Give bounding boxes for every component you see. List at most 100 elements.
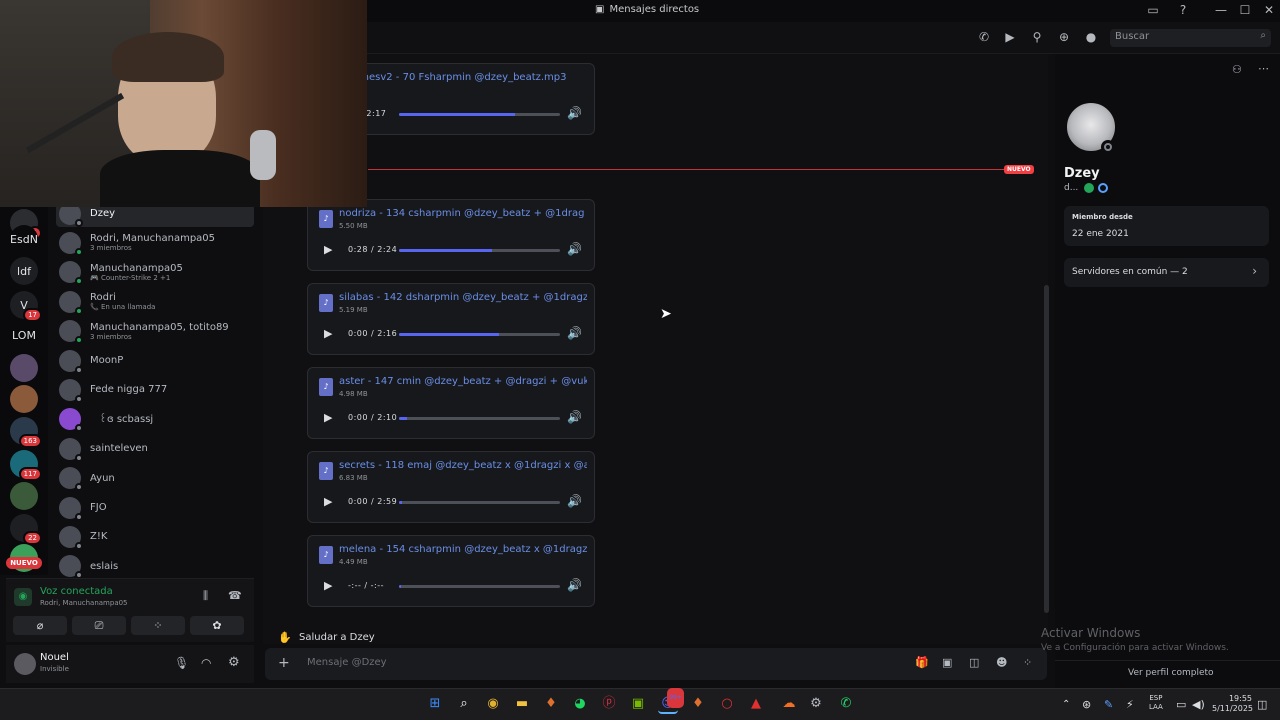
dm-item[interactable]: MoonP — [56, 347, 254, 374]
maximize-button[interactable]: ☐ — [1234, 3, 1256, 17]
message-input[interactable]: + Mensaje @Dzey 🎁 ▣ ◫ ☻ ⁘ — [265, 648, 1047, 680]
dm-item[interactable]: Rodri, Manuchanampa05 3 miembros — [56, 229, 254, 256]
chrome-icon[interactable]: ◉ — [483, 694, 503, 714]
tray-usb-icon[interactable]: ⚡ — [1126, 698, 1134, 711]
server-icon[interactable]: 163 — [10, 417, 42, 448]
pin-icon[interactable]: ⚲ — [1028, 30, 1046, 46]
notification-icon[interactable]: ◫ — [1257, 698, 1267, 711]
dm-item[interactable]: Manuchanampa05, totito89 3 miembros — [56, 318, 254, 345]
taskbar-search-icon[interactable]: ⌕ — [454, 694, 474, 714]
seek-bar[interactable] — [399, 501, 560, 504]
nvidia-icon[interactable]: ▣ — [628, 694, 648, 714]
spotify-icon[interactable]: ◕ — [570, 694, 590, 714]
volume-icon[interactable]: 🔊 — [567, 494, 582, 508]
gif-icon[interactable]: ▣ — [942, 656, 952, 669]
dm-item[interactable]: FJO — [56, 494, 254, 521]
gift-icon[interactable]: 🎁 — [915, 656, 929, 669]
seek-bar[interactable] — [399, 113, 560, 116]
avatar[interactable] — [14, 653, 36, 675]
search-input[interactable]: Buscar ⌕ — [1110, 29, 1271, 47]
tray-pen-icon[interactable]: ✎ — [1104, 698, 1113, 711]
dm-item[interactable]: Manuchanampa05 🎮 Counter-Strike 2 +1 — [56, 259, 254, 286]
soundcloud-icon[interactable]: ☁ — [779, 694, 799, 714]
noise-suppression-icon[interactable]: ⫼ — [203, 589, 208, 603]
video-call-icon[interactable]: ▶ — [1001, 30, 1019, 46]
microphone-icon[interactable]: 🎙 — [174, 656, 189, 670]
soundboard-button[interactable]: ✿ — [190, 616, 244, 635]
disconnect-icon[interactable]: ☎ — [228, 589, 242, 602]
fl-studio-2-icon[interactable]: ♦ — [688, 694, 708, 714]
minimize-button[interactable]: — — [1210, 3, 1232, 17]
server-icon[interactable] — [10, 354, 38, 382]
file-name[interactable]: melena - 154 csharpmin @dzey_beatz x @1d… — [339, 544, 587, 555]
volume-icon[interactable]: 🔊 — [567, 578, 582, 592]
dm-item[interactable]: Z!K — [56, 523, 254, 550]
dm-item[interactable]: eslais — [56, 553, 254, 580]
volume-icon[interactable]: 🔊 — [567, 410, 582, 424]
tray-chevron-icon[interactable]: ⌃ — [1062, 699, 1070, 710]
voice-status[interactable]: Voz conectada — [40, 586, 113, 597]
add-friends-icon[interactable]: ⊕ — [1055, 30, 1073, 46]
close-button[interactable]: ✕ — [1258, 3, 1280, 17]
seek-bar[interactable] — [399, 333, 560, 336]
emoji-icon[interactable]: ☻ — [996, 656, 1007, 669]
discord-taskbar-icon[interactable]: ☺99+ — [658, 688, 684, 714]
chat-scrollbar[interactable] — [1044, 285, 1049, 613]
whatsapp-icon[interactable]: ✆ — [836, 694, 856, 714]
server-icon[interactable] — [10, 385, 38, 413]
clock[interactable]: 19:55 5/11/2025 — [1212, 694, 1253, 714]
view-full-profile-link[interactable]: Ver perfil completo — [1128, 668, 1214, 678]
add-friend-icon[interactable]: ⚇ — [1232, 63, 1242, 76]
server-icon[interactable]: ldf — [10, 257, 38, 285]
file-name[interactable]: silabas - 142 dsharpmin @dzey_beatz + @1… — [339, 292, 587, 303]
badge-icon[interactable] — [1084, 183, 1094, 193]
server-icon[interactable]: LOM — [10, 321, 38, 349]
activities-button[interactable]: ⁘ — [131, 616, 185, 635]
more-options-icon[interactable]: ⋯ — [1258, 62, 1269, 75]
apps-icon[interactable]: ⁘ — [1023, 656, 1032, 669]
server-icon[interactable]: V 17 — [10, 291, 42, 322]
file-name[interactable]: aster - 147 cmin @dzey_beatz + @dragzi +… — [339, 376, 587, 387]
seek-bar[interactable] — [399, 585, 560, 588]
call-icon[interactable]: ✆ — [975, 30, 993, 46]
headset-icon[interactable]: ◠ — [201, 656, 211, 670]
dm-item[interactable]: Fede nigga 777 — [56, 376, 254, 403]
help-icon[interactable]: ? — [1172, 3, 1194, 17]
steam-icon[interactable]: ⚙ — [806, 694, 826, 714]
server-icon[interactable] — [10, 482, 38, 510]
play-icon[interactable]: ▶ — [324, 243, 332, 256]
server-icon[interactable]: EsdN — [10, 225, 38, 253]
add-attachment-icon[interactable]: + — [278, 655, 290, 671]
network-icon[interactable]: ▭ — [1176, 698, 1186, 711]
seek-bar[interactable] — [399, 417, 560, 420]
camera-off-button[interactable]: ⌀ — [13, 616, 67, 635]
play-icon[interactable]: ▶ — [324, 579, 332, 592]
file-name[interactable]: ...sionesv2 - 70 Fsharpmin @dzey_beatz.m… — [339, 72, 587, 83]
seek-bar[interactable] — [399, 249, 560, 252]
pinterest-icon[interactable]: ⓟ — [599, 694, 619, 714]
nitro-badge-icon[interactable] — [1098, 183, 1108, 193]
file-name[interactable]: nodriza - 134 csharpmin @dzey_beatz + @1… — [339, 208, 587, 219]
dm-item[interactable]: Ayun — [56, 465, 254, 492]
screen-share-button[interactable]: ⎚ — [72, 616, 126, 635]
file-explorer-icon[interactable]: ▬ — [512, 694, 532, 714]
wave-button[interactable]: Saludar a Dzey — [299, 632, 375, 643]
dm-item[interactable]: ﾠ꒰ɞ scbassj — [56, 406, 254, 433]
play-icon[interactable]: ▶ — [324, 411, 332, 424]
fl-studio-icon[interactable]: ♦ — [541, 694, 561, 714]
volume-icon[interactable]: 🔊 — [567, 326, 582, 340]
sticker-icon[interactable]: ◫ — [969, 656, 979, 669]
volume-icon[interactable]: ◀) — [1192, 698, 1205, 711]
volume-icon[interactable]: 🔊 — [567, 242, 582, 256]
tray-app-icon[interactable]: ⊛ — [1082, 698, 1091, 711]
volume-icon[interactable]: 🔊 — [567, 106, 582, 120]
start-icon[interactable]: ⊞ — [425, 694, 445, 714]
opera-icon[interactable]: ○ — [717, 694, 737, 714]
server-icon[interactable]: 117 — [10, 450, 42, 481]
server-icon[interactable]: 22 — [10, 514, 42, 545]
play-icon[interactable]: ▶ — [324, 327, 332, 340]
user-profile-icon[interactable]: ● — [1082, 30, 1100, 46]
file-name[interactable]: secrets - 118 emaj @dzey_beatz x @1dragz… — [339, 460, 587, 471]
inbox-icon[interactable]: ▭ — [1142, 3, 1164, 17]
game-icon[interactable]: ▲ — [746, 694, 766, 714]
